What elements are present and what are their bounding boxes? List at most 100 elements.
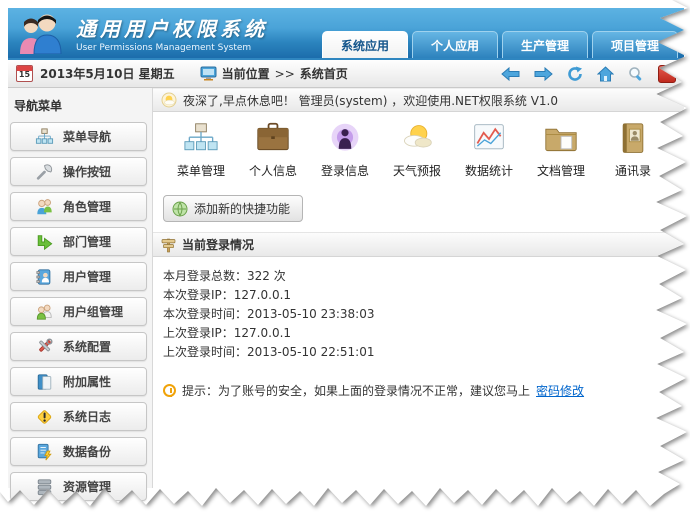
login-row-value: 2013-05-10 23:38:03 bbox=[247, 307, 374, 321]
add-shortcut-row: 添加新的快捷功能 bbox=[153, 185, 684, 233]
top-tabs: 系统应用 个人应用 生产管理 项目管理 bbox=[318, 31, 678, 58]
shortcut-data-stats[interactable]: 数据统计 bbox=[453, 122, 525, 179]
shortcut-label: 通讯录 bbox=[615, 162, 651, 179]
users-avatar-icon bbox=[14, 12, 66, 54]
search-icon[interactable] bbox=[628, 66, 644, 82]
login-person-icon bbox=[327, 122, 363, 156]
shortcut-label: 登录信息 bbox=[321, 162, 369, 179]
shortcut-grid: 菜单管理 个人信息 bbox=[153, 112, 684, 185]
sidebar-item-role-mgmt[interactable]: 角色管理 bbox=[10, 192, 147, 221]
login-row-label: 本次登录IP： bbox=[163, 288, 234, 302]
globe-add-icon bbox=[172, 201, 188, 217]
tab-project-mgmt[interactable]: 项目管理 bbox=[592, 31, 678, 58]
sidebar-item-system-config[interactable]: 系统配置 bbox=[10, 332, 147, 361]
shortcut-document-mgmt[interactable]: 文档管理 bbox=[525, 122, 597, 179]
monitor-icon bbox=[200, 66, 217, 81]
tab-system-apps[interactable]: 系统应用 bbox=[322, 31, 408, 58]
login-section-title: 当前登录情况 bbox=[182, 236, 254, 253]
sidebar-item-user-mgmt[interactable]: 用户管理 bbox=[10, 262, 147, 291]
back-icon[interactable] bbox=[501, 67, 520, 81]
login-row-value: 127.0.0.1 bbox=[234, 326, 291, 340]
briefcase-icon bbox=[255, 122, 291, 156]
sidebar-item-label: 系统配置 bbox=[63, 338, 111, 355]
sidebar-item-label: 资源管理 bbox=[63, 478, 111, 495]
sidebar-item-data-backup[interactable]: 数据备份 bbox=[10, 437, 147, 466]
sidebar-item-label: 用户管理 bbox=[63, 268, 111, 285]
torn-page-shadow: 通用用户权限系统 User Permissions Management Sys… bbox=[0, 0, 690, 515]
sidebar-item-label: 附加属性 bbox=[63, 373, 111, 390]
main-content: 夜深了,早点休息吧！ 管理员(system) ，欢迎使用.NET权限系统 V1.… bbox=[153, 88, 684, 488]
roles-icon bbox=[35, 198, 54, 216]
tip-warning-icon bbox=[163, 384, 176, 397]
shortcut-weather[interactable]: 天气预报 bbox=[381, 122, 453, 179]
tab-personal-apps[interactable]: 个人应用 bbox=[412, 31, 498, 58]
welcome-message: 夜深了,早点休息吧！ 管理员(system) ，欢迎使用.NET权限系统 V1.… bbox=[183, 92, 558, 109]
change-password-link[interactable]: 密码修改 bbox=[536, 382, 584, 399]
shortcut-personal-info[interactable]: 个人信息 bbox=[237, 122, 309, 179]
shortcut-login-info[interactable]: 登录信息 bbox=[309, 122, 381, 179]
sidebar-item-department-mgmt[interactable]: 部门管理 bbox=[10, 227, 147, 256]
app-window: 通用用户权限系统 User Permissions Management Sys… bbox=[8, 8, 684, 490]
shortcut-label: 天气预报 bbox=[393, 162, 441, 179]
shortcut-label: 文档管理 bbox=[537, 162, 585, 179]
breadcrumb-page[interactable]: 系统首页 bbox=[300, 65, 348, 82]
shortcut-label: 个人信息 bbox=[249, 162, 297, 179]
user-group-icon bbox=[35, 303, 54, 321]
toolbar-nav-icons bbox=[501, 65, 676, 83]
shortcut-menu-mgmt[interactable]: 菜单管理 bbox=[165, 122, 237, 179]
sidebar-item-extra-attributes[interactable]: 附加属性 bbox=[10, 367, 147, 396]
sidebar-item-label: 菜单导航 bbox=[63, 128, 111, 145]
warning-icon bbox=[35, 408, 54, 426]
screenshot-stage: 通用用户权限系统 User Permissions Management Sys… bbox=[0, 0, 690, 515]
login-row-month-total: 本月登录总数：322 次 bbox=[163, 267, 684, 286]
sidebar-item-user-group-mgmt[interactable]: 用户组管理 bbox=[10, 297, 147, 326]
login-row-last-time: 上次登录时间：2013-05-10 22:51:01 bbox=[163, 343, 684, 362]
shortcut-contacts[interactable]: 通讯录 bbox=[597, 122, 669, 179]
login-row-label: 本月登录总数： bbox=[163, 269, 247, 283]
tools-icon bbox=[35, 338, 54, 356]
login-row-label: 本次登录时间： bbox=[163, 307, 247, 321]
folder-icon bbox=[543, 122, 579, 156]
sidebar-item-menu-nav[interactable]: 菜单导航 bbox=[10, 122, 147, 151]
sidebar-item-label: 操作按钮 bbox=[63, 163, 111, 180]
contacts-book-icon bbox=[615, 122, 651, 156]
forward-icon[interactable] bbox=[534, 67, 553, 81]
logout-icon[interactable] bbox=[658, 65, 676, 83]
org-chart-icon bbox=[35, 128, 54, 146]
department-arrow-icon bbox=[35, 233, 54, 251]
sidebar-item-label: 数据备份 bbox=[63, 443, 111, 460]
sidebar-item-action-buttons[interactable]: 操作按钮 bbox=[10, 157, 147, 186]
calendar-day: 15 bbox=[17, 70, 32, 81]
sidebar-item-resource-mgmt[interactable]: 资源管理 bbox=[10, 472, 147, 501]
notebook-icon bbox=[35, 373, 54, 391]
current-date: 2013年5月10日 星期五 bbox=[40, 65, 175, 82]
sidebar: 导航菜单 菜单导航 操作按钮 bbox=[8, 88, 153, 488]
app-header: 通用用户权限系统 User Permissions Management Sys… bbox=[8, 8, 684, 60]
brand-text: 通用用户权限系统 User Permissions Management Sys… bbox=[76, 13, 268, 53]
login-row-value: 322 次 bbox=[247, 269, 286, 283]
stats-icon bbox=[471, 122, 507, 156]
torn-page: 通用用户权限系统 User Permissions Management Sys… bbox=[0, 0, 690, 515]
login-row-value: 127.0.0.1 bbox=[234, 288, 291, 302]
calendar-icon: 15 bbox=[16, 65, 33, 82]
greeting-weather-icon bbox=[161, 92, 177, 108]
add-shortcut-label: 添加新的快捷功能 bbox=[194, 200, 290, 217]
tab-production-mgmt[interactable]: 生产管理 bbox=[502, 31, 588, 58]
backup-icon bbox=[35, 443, 54, 461]
breadcrumb: 当前位置 >> 系统首页 bbox=[200, 65, 348, 82]
body-region: 导航菜单 菜单导航 操作按钮 bbox=[8, 88, 684, 488]
login-row-label: 上次登录时间： bbox=[163, 345, 247, 359]
user-book-icon bbox=[35, 268, 54, 286]
tip-text: 提示：为了账号的安全，如果上面的登录情况不正常，建议您马上 bbox=[182, 382, 530, 399]
sidebar-item-label: 角色管理 bbox=[63, 198, 111, 215]
home-icon[interactable] bbox=[597, 66, 614, 82]
login-row-value: 2013-05-10 22:51:01 bbox=[247, 345, 374, 359]
login-detail-rows: 本月登录总数：322 次 本次登录IP：127.0.0.1 本次登录时间：201… bbox=[153, 257, 684, 366]
login-section-bar: 当前登录情况 bbox=[153, 233, 684, 257]
sidebar-item-label: 用户组管理 bbox=[63, 303, 123, 320]
welcome-bar: 夜深了,早点休息吧！ 管理员(system) ，欢迎使用.NET权限系统 V1.… bbox=[153, 88, 684, 112]
weather-icon bbox=[399, 122, 435, 156]
sidebar-item-system-logs[interactable]: 系统日志 bbox=[10, 402, 147, 431]
refresh-icon[interactable] bbox=[567, 66, 583, 82]
add-shortcut-button[interactable]: 添加新的快捷功能 bbox=[163, 195, 303, 222]
